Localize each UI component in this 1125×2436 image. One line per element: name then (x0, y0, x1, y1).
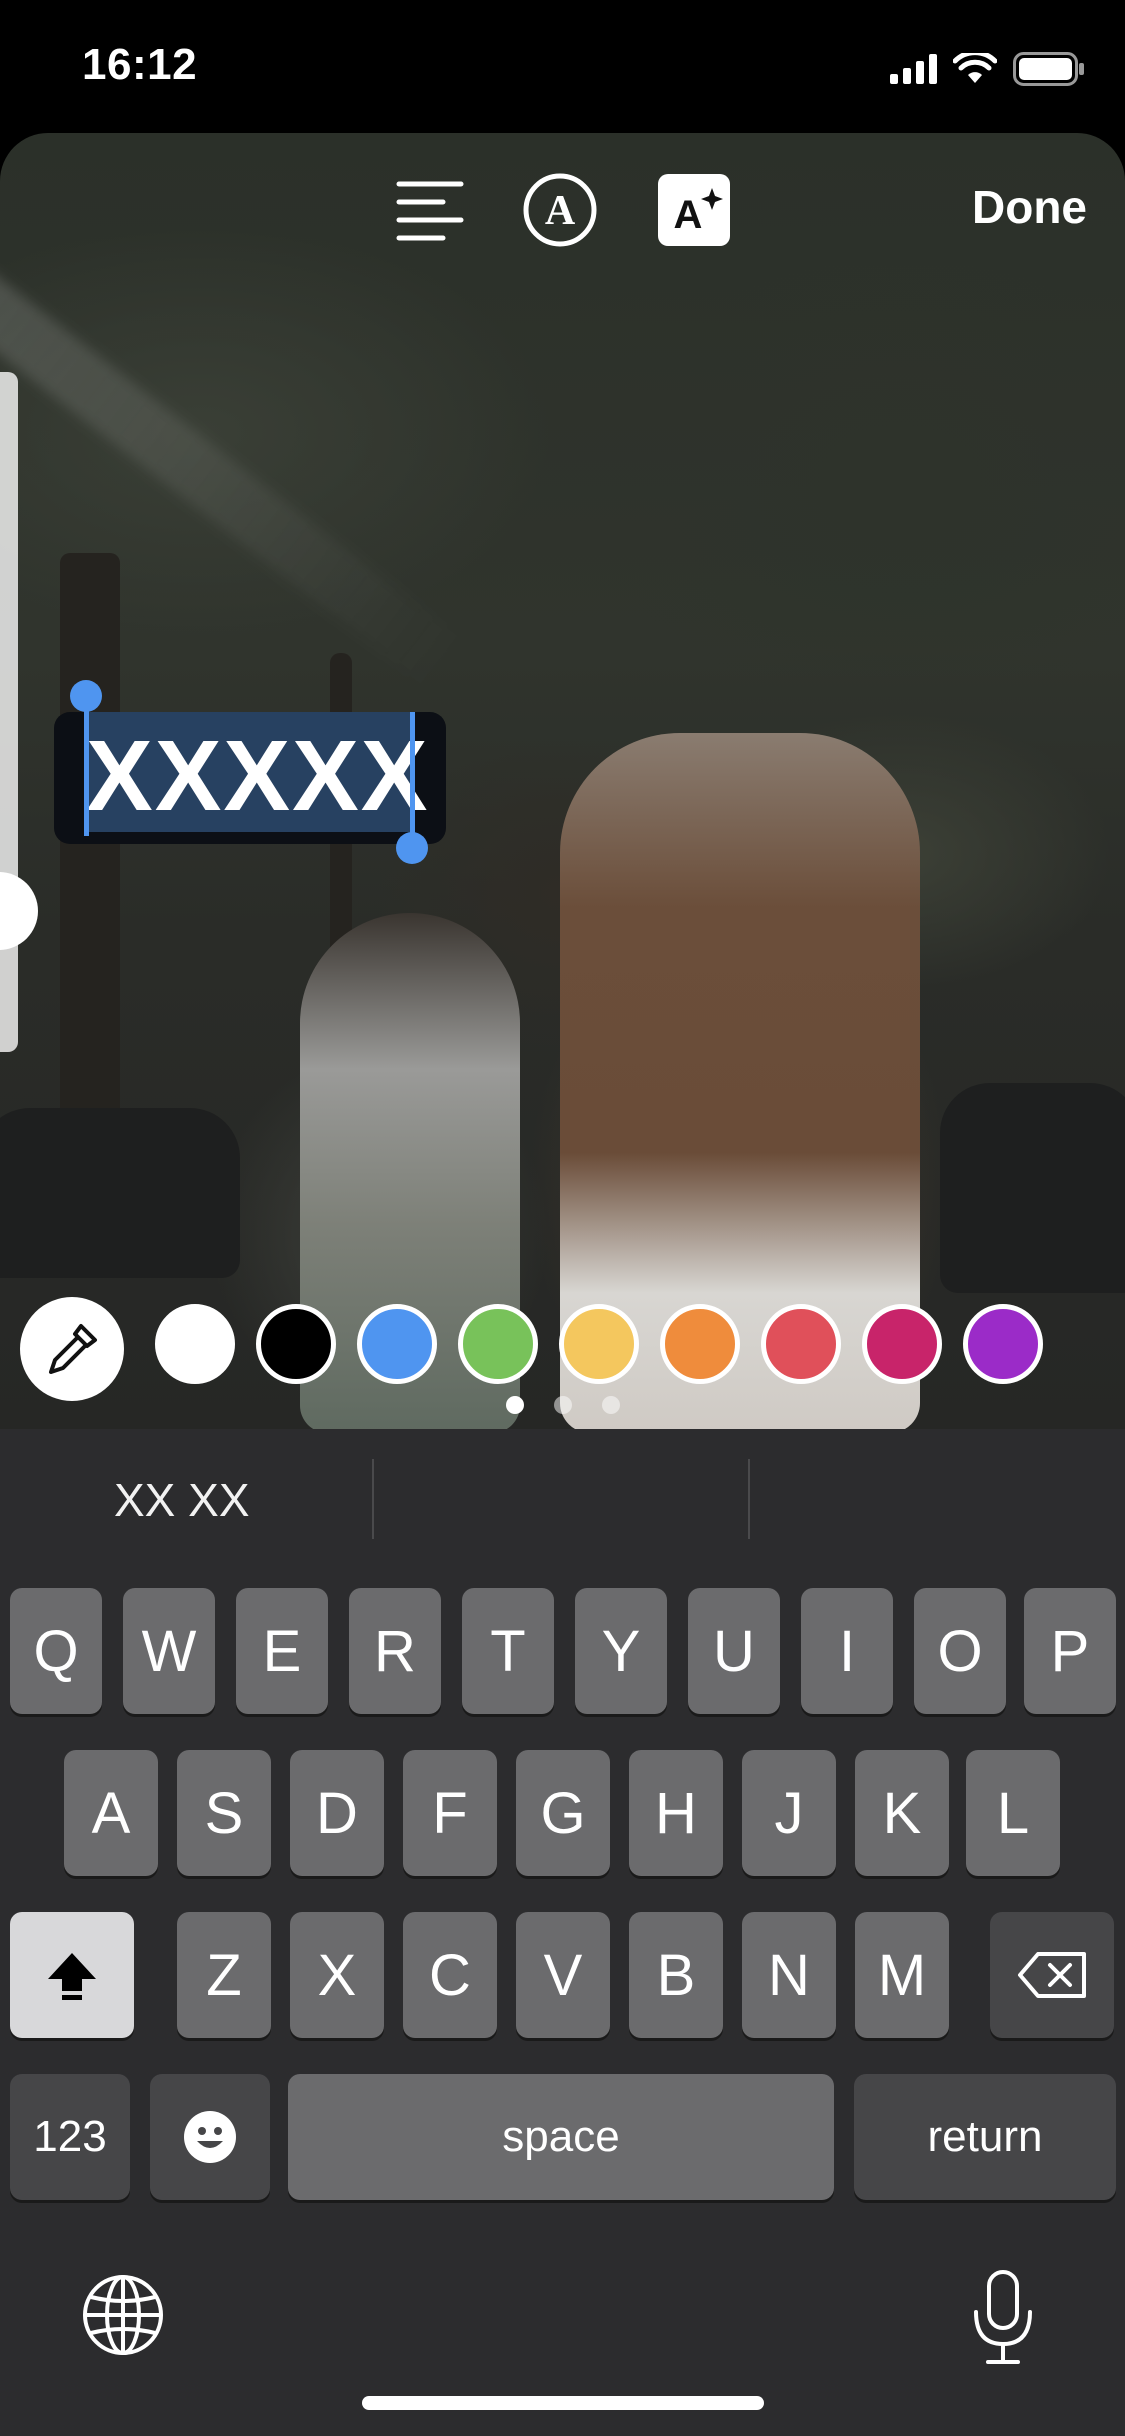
emoji-key[interactable] (150, 2074, 270, 2200)
eyedropper-icon[interactable] (20, 1297, 124, 1401)
page-dot (601, 1396, 620, 1414)
key-i[interactable]: I (801, 1588, 893, 1714)
text-input[interactable]: XXXXX (86, 716, 428, 836)
return-key[interactable]: return (854, 2074, 1116, 2200)
key-x[interactable]: X (290, 1912, 384, 2038)
key-o[interactable]: O (914, 1588, 1006, 1714)
key-l[interactable]: L (966, 1750, 1060, 1876)
color-swatch-white[interactable] (155, 1304, 235, 1384)
space-key[interactable]: space (288, 2074, 834, 2200)
key-y[interactable]: Y (575, 1588, 667, 1714)
key-j[interactable]: J (742, 1750, 836, 1876)
key-z[interactable]: Z (177, 1912, 271, 2038)
done-button[interactable]: Done (972, 180, 1087, 234)
backspace-key[interactable] (990, 1912, 1114, 2038)
selection-start-handle-dot[interactable] (70, 680, 102, 712)
key-w[interactable]: W (123, 1588, 215, 1714)
suggestion-divider (748, 1459, 750, 1539)
home-indicator[interactable] (362, 2396, 764, 2410)
key-e[interactable]: E (236, 1588, 328, 1714)
key-k[interactable]: K (855, 1750, 949, 1876)
cellular-signal-icon (890, 54, 937, 84)
shift-icon (48, 1953, 96, 2000)
status-icons (890, 52, 1085, 86)
key-b[interactable]: B (629, 1912, 723, 2038)
key-r[interactable]: R (349, 1588, 441, 1714)
suggestion-bar: XX XX (0, 1429, 1125, 1579)
text-effects-sparkle-icon[interactable]: A (656, 172, 732, 248)
key-n[interactable]: N (742, 1912, 836, 2038)
color-swatch-green[interactable] (458, 1304, 538, 1384)
color-swatch-red[interactable] (761, 1304, 841, 1384)
shift-key[interactable] (10, 1912, 134, 2038)
text-style-a-circle-icon[interactable]: A (522, 172, 598, 248)
color-swatch-magenta[interactable] (862, 1304, 942, 1384)
key-p[interactable]: P (1024, 1588, 1116, 1714)
microphone-icon (974, 2270, 1032, 2364)
globe-key[interactable] (80, 2272, 166, 2358)
suggestion-divider (372, 1459, 374, 1539)
color-swatch-black[interactable] (256, 1304, 336, 1384)
text-align-icon[interactable] (392, 172, 468, 248)
key-s[interactable]: S (177, 1750, 271, 1876)
page-dot (553, 1396, 572, 1414)
svg-text:A: A (674, 193, 703, 237)
color-page-indicator (0, 1396, 1125, 1414)
status-time: 16:12 (82, 40, 198, 89)
battery-icon (1013, 52, 1084, 86)
key-a[interactable]: A (64, 1750, 158, 1876)
backspace-icon (1018, 1952, 1086, 1998)
selection-end-handle[interactable] (410, 712, 415, 842)
selection-start-handle[interactable] (84, 700, 89, 836)
color-swatch-blue[interactable] (357, 1304, 437, 1384)
numbers-key[interactable]: 123 (10, 2074, 130, 2200)
dictation-key[interactable] (968, 2268, 1038, 2368)
suggestion-1[interactable]: XX XX (114, 1473, 250, 1527)
key-h[interactable]: H (629, 1750, 723, 1876)
parked-car (0, 1108, 240, 1278)
selection-end-handle-dot[interactable] (396, 832, 428, 864)
key-m[interactable]: M (855, 1912, 949, 2038)
color-swatch-purple[interactable] (963, 1304, 1043, 1384)
page-dot-active (505, 1396, 524, 1414)
text-size-slider[interactable] (0, 372, 18, 1052)
color-swatch-orange[interactable] (660, 1304, 740, 1384)
emoji-icon (184, 2111, 236, 2163)
status-bar: 16:12 (0, 0, 1125, 135)
wifi-icon (953, 53, 997, 83)
color-swatch-yellow[interactable] (559, 1304, 639, 1384)
key-c[interactable]: C (403, 1912, 497, 2038)
key-f[interactable]: F (403, 1750, 497, 1876)
globe-icon (83, 2275, 163, 2355)
key-t[interactable]: T (462, 1588, 554, 1714)
key-q[interactable]: Q (10, 1588, 102, 1714)
key-v[interactable]: V (516, 1912, 610, 2038)
svg-text:A: A (545, 188, 576, 234)
key-g[interactable]: G (516, 1750, 610, 1876)
parked-car (940, 1083, 1125, 1293)
key-u[interactable]: U (688, 1588, 780, 1714)
key-d[interactable]: D (290, 1750, 384, 1876)
